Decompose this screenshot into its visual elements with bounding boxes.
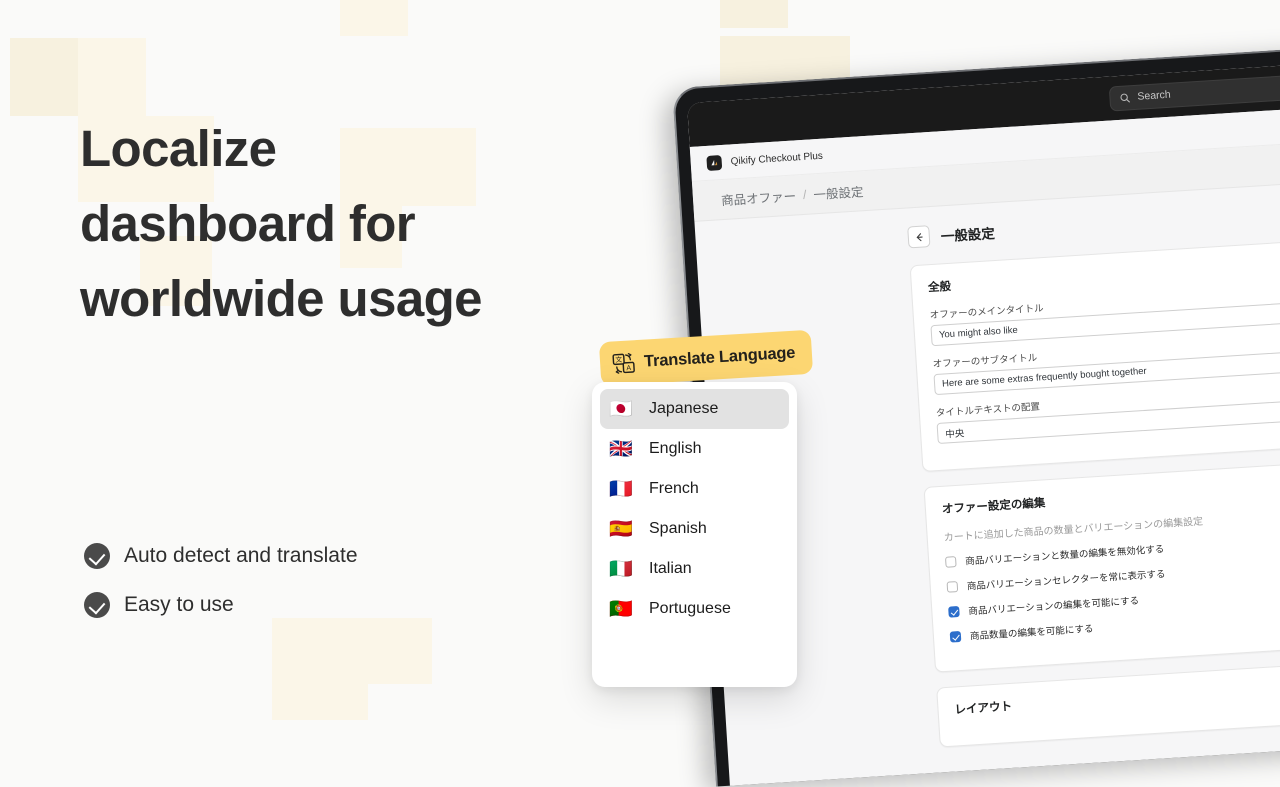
language-option-japanese[interactable]: 🇯🇵 Japanese: [600, 389, 789, 429]
language-option-label: Spanish: [649, 520, 707, 538]
translate-badge-label: Translate Language: [644, 343, 796, 371]
decorative-square: [78, 38, 146, 116]
language-option-french[interactable]: 🇫🇷 French: [600, 469, 789, 509]
checkbox-label: 商品バリエーションの編集を可能にする: [968, 593, 1139, 618]
checkbox-checked-icon[interactable]: [950, 630, 962, 642]
layout-card-title: レイアウト: [954, 671, 1280, 717]
check-circle-icon: [84, 543, 110, 569]
arrow-left-icon: [913, 231, 925, 243]
language-option-portuguese[interactable]: 🇵🇹 Portuguese: [600, 589, 789, 629]
headline-line-0: Localize: [80, 112, 600, 187]
decorative-square: [720, 0, 788, 28]
checkbox-label: 商品数量の編集を可能にする: [970, 621, 1094, 643]
decorative-square: [10, 38, 80, 116]
search-placeholder-text: Search: [1137, 89, 1171, 103]
language-option-label: Japanese: [649, 400, 718, 418]
svg-text:文: 文: [615, 354, 623, 363]
page-title: 一般設定: [940, 222, 995, 245]
offer-edit-card: オファー設定の編集 カートに追加した商品の数量とバリエーションの編集設定 商品バ…: [924, 455, 1280, 673]
search-icon: [1119, 92, 1131, 104]
checkbox-unchecked-icon[interactable]: [945, 556, 957, 568]
headline-line-2: worldwide usage: [80, 262, 600, 337]
language-option-label: French: [649, 480, 699, 498]
language-option-italian[interactable]: 🇮🇹 Italian: [600, 549, 789, 589]
flag-icon-japanese: 🇯🇵: [609, 400, 635, 419]
general-fields-list: オファーのメインタイトルYou might also likeオファーのサブタイ…: [929, 277, 1280, 444]
checkbox-unchecked-icon[interactable]: [947, 581, 959, 593]
app-name-label: Qikify Checkout Plus: [730, 150, 823, 167]
feature-bullet-label: Easy to use: [124, 593, 234, 617]
flag-icon-french: 🇫🇷: [609, 480, 635, 499]
language-option-label: Italian: [649, 560, 692, 578]
qikify-logo-icon: [706, 155, 722, 171]
checkbox-label: 商品バリエーションと数量の編集を無効化する: [965, 541, 1165, 567]
feature-bullet: Easy to use: [84, 592, 358, 618]
language-option-english[interactable]: 🇬🇧 English: [600, 429, 789, 469]
flag-icon-italian: 🇮🇹: [609, 560, 635, 579]
language-option-label: Portuguese: [649, 600, 731, 618]
feature-bullet: Auto detect and translate: [84, 543, 358, 569]
qikify-glyph-icon: [709, 158, 719, 168]
language-option-spanish[interactable]: 🇪🇸 Spanish: [600, 509, 789, 549]
flag-icon-portuguese: 🇵🇹: [609, 600, 635, 619]
translate-icon: 文 A: [611, 351, 635, 375]
breadcrumb-separator: /: [803, 187, 807, 201]
breadcrumb-current: 一般設定: [813, 181, 864, 203]
flag-icon-spanish: 🇪🇸: [609, 520, 635, 539]
svg-text:A: A: [626, 363, 631, 371]
flag-icon-english: 🇬🇧: [609, 440, 635, 459]
feature-bullet-list: Auto detect and translate Easy to use: [84, 543, 358, 641]
check-circle-icon: [84, 592, 110, 618]
feature-bullet-label: Auto detect and translate: [124, 544, 358, 568]
language-dropdown-panel[interactable]: 🇯🇵 Japanese 🇬🇧 English 🇫🇷 French 🇪🇸 Spanish 🇮🇹 It…: [592, 382, 797, 687]
checkbox-checked-icon[interactable]: [948, 605, 960, 617]
back-button[interactable]: [907, 225, 930, 248]
decorative-square: [340, 0, 408, 36]
checkbox-label: 商品バリエーションセレクターを常に表示する: [966, 566, 1165, 592]
general-settings-card: 全般 オファーのメインタイトルYou might also likeオファーのサ…: [910, 233, 1280, 472]
breadcrumb-parent[interactable]: 商品オファー: [721, 185, 797, 209]
page-headline: Localizedashboard forworldwide usage: [80, 112, 600, 337]
language-option-label: English: [649, 440, 701, 458]
headline-line-1: dashboard for: [80, 187, 600, 262]
offer-checkbox-list: 商品バリエーションと数量の編集を無効化する商品バリエーションセレクターを常に表示…: [945, 525, 1280, 644]
